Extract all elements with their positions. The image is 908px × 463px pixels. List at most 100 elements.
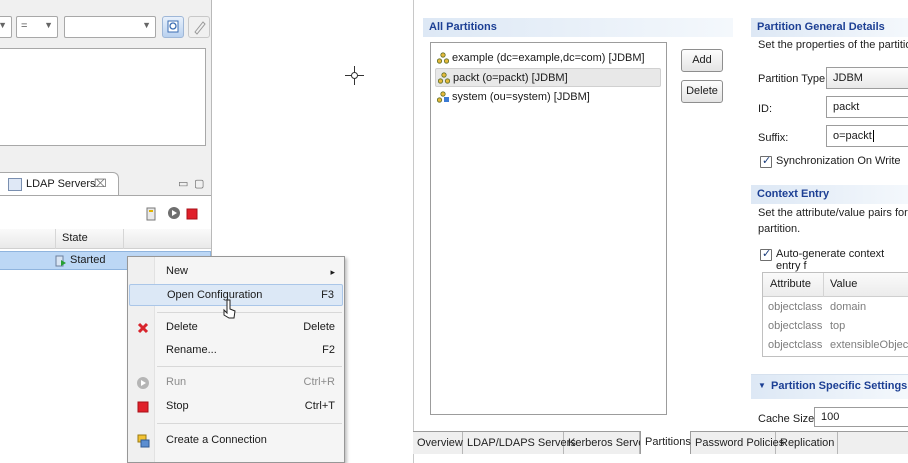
menu-separator — [157, 312, 342, 313]
menu-item-accelerator: F3 — [321, 289, 334, 301]
attribute-cell: objectclass — [768, 301, 823, 313]
context-entry-description-2: partition. — [758, 223, 801, 235]
editor-tab-bar: Overview LDAP/LDAPS Servers Kerberos Ser… — [413, 431, 908, 454]
column-header-state[interactable]: State — [62, 232, 88, 244]
all-partitions-header: All Partitions — [423, 18, 733, 37]
add-partition-button[interactable]: Add — [681, 49, 723, 72]
cache-size-label: Cache Size: — [758, 413, 818, 425]
partition-icon — [437, 52, 449, 64]
menu-item-label: New — [166, 265, 189, 277]
servers-view-icon — [8, 178, 22, 191]
partitions-list[interactable]: example (dc=example,dc=com) [JDBM] packt… — [430, 42, 667, 415]
partition-type-value: JDBM — [833, 72, 863, 84]
menu-item-delete[interactable]: Delete Delete — [129, 317, 343, 339]
auto-generate-checkbox[interactable] — [760, 247, 772, 261]
tab-ldap-ldaps-servers[interactable]: LDAP/LDAPS Servers — [463, 432, 576, 454]
sync-on-write-label: Synchronization On Write — [776, 155, 901, 167]
run-icon[interactable] — [167, 206, 181, 220]
partition-item-packt[interactable]: packt (o=packt) [JDBM] — [435, 68, 661, 87]
menu-item-accelerator: F2 — [322, 344, 335, 356]
stop-icon[interactable] — [186, 208, 198, 220]
search-icon — [167, 20, 179, 33]
tab-kerberos-server[interactable]: Kerberos Server — [564, 432, 648, 454]
operator-combo[interactable]: = ▼ — [16, 16, 58, 38]
menu-item-label: Rename... — [166, 344, 217, 356]
tab-ldap-servers[interactable]: LDAP Servers ⌧ — [0, 172, 119, 196]
suffix-label: Suffix: — [758, 132, 789, 144]
partition-icon — [438, 72, 450, 84]
general-details-header: Partition General Details — [751, 18, 908, 37]
value-cell: extensibleObject — [830, 339, 908, 351]
minimize-icon[interactable]: ▭ — [178, 177, 188, 190]
stop-icon — [137, 401, 149, 413]
mouse-pointer-icon — [223, 299, 236, 319]
specific-settings-section[interactable]: ▼ Partition Specific Settings — [751, 374, 908, 399]
filter-combo-1[interactable]: ▼ — [0, 16, 12, 38]
run-icon — [137, 377, 149, 389]
column-header-attribute[interactable]: Attribute — [770, 278, 811, 290]
partition-type-label: Partition Type: — [758, 73, 829, 85]
cache-size-field[interactable]: 100 — [814, 407, 908, 427]
operator-value: = — [21, 20, 28, 32]
partition-label: packt (o=packt) [JDBM] — [453, 72, 568, 84]
chevron-down-icon: ▼ — [0, 20, 7, 30]
suffix-value: o=packt — [833, 130, 872, 142]
delete-partition-button[interactable]: Delete — [681, 80, 723, 103]
menu-item-create-connection[interactable]: Create a Connection — [129, 430, 343, 452]
close-icon[interactable]: ⌧ — [94, 177, 107, 190]
menu-item-accelerator: Ctrl+T — [304, 400, 335, 412]
value-cell: domain — [830, 301, 867, 313]
auto-generate-label: Auto-generate context entry f — [776, 248, 885, 272]
menu-item-label: Run — [166, 376, 187, 388]
menu-item-run[interactable]: Run Ctrl+R — [129, 372, 343, 394]
id-label: ID: — [758, 103, 773, 115]
tab-password-policies[interactable]: Password Policies — [691, 432, 784, 454]
context-entry-description: Set the attribute/value pairs for th — [758, 207, 908, 219]
server-state: Started — [70, 254, 106, 266]
menu-item-rename[interactable]: Rename... F2 — [129, 340, 343, 362]
menu-item-new[interactable]: New ▸ — [129, 261, 343, 283]
menu-item-stop[interactable]: Stop Ctrl+T — [129, 396, 343, 418]
chevron-down-icon: ▼ — [44, 20, 53, 30]
context-entry-table[interactable]: Attribute Value objectclass domain objec… — [762, 272, 908, 357]
id-value: packt — [833, 101, 860, 113]
servers-table-header: State — [0, 229, 211, 249]
edit-button[interactable] — [188, 16, 210, 38]
context-menu: New ▸ Open Configuration F3 Delete Delet… — [127, 256, 345, 463]
partition-type-select[interactable]: JDBM — [826, 67, 908, 89]
table-row[interactable]: objectclass top — [763, 318, 908, 336]
menu-item-label: Stop — [166, 400, 189, 412]
column-header-value[interactable]: Value — [830, 278, 857, 290]
tab-partitions[interactable]: Partitions — [640, 431, 691, 454]
expand-triangle-icon[interactable]: ▼ — [758, 381, 766, 390]
filter-text-area[interactable] — [0, 48, 206, 146]
menu-item-label: Create a Connection — [166, 434, 267, 446]
partition-item-system[interactable]: system (ou=system) [JDBM] — [435, 88, 661, 107]
maximize-icon[interactable]: ▢ — [194, 177, 204, 190]
delete-icon — [137, 322, 149, 334]
menu-item-label: Open Configuration — [167, 289, 263, 301]
chevron-down-icon: ▼ — [142, 20, 151, 30]
attribute-cell: objectclass — [768, 320, 823, 332]
value-combo[interactable]: ▼ — [64, 16, 156, 38]
sync-on-write-checkbox[interactable] — [760, 154, 772, 168]
partition-label: system (ou=system) [JDBM] — [452, 91, 590, 103]
pencil-icon — [194, 21, 206, 35]
menu-item-label: Delete — [166, 321, 198, 333]
tab-replication[interactable]: Replication — [776, 432, 838, 454]
menu-separator — [157, 423, 342, 424]
attribute-cell: objectclass — [768, 339, 823, 351]
search-button[interactable] — [162, 16, 184, 38]
id-field[interactable]: packt — [826, 96, 908, 118]
new-server-icon[interactable] — [144, 206, 158, 222]
partition-item-example[interactable]: example (dc=example,dc=com) [JDBM] — [435, 49, 661, 68]
menu-separator — [157, 366, 342, 367]
tab-overview[interactable]: Overview — [413, 432, 463, 454]
value-cell: top — [830, 320, 846, 332]
table-row[interactable]: objectclass domain — [763, 299, 908, 317]
partition-label: example (dc=example,dc=com) [JDBM] — [452, 52, 645, 64]
context-entry-table-header: Attribute Value — [763, 273, 908, 297]
general-details-description: Set the properties of the partition — [758, 39, 908, 51]
suffix-field[interactable]: o=packt — [826, 125, 908, 147]
table-row[interactable]: objectclass extensibleObject — [763, 337, 908, 355]
